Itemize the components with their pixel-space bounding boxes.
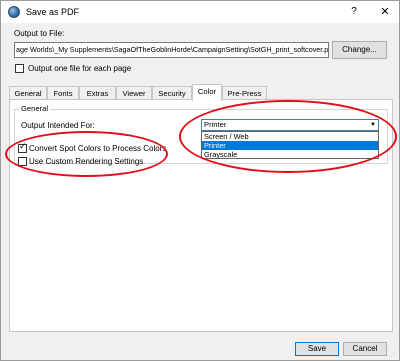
app-globe-icon [8, 6, 20, 18]
tab-fonts[interactable]: Fonts [47, 86, 79, 100]
title-bar: Save as PDF ? ✕ [1, 1, 399, 23]
option-printer[interactable]: Printer [202, 141, 378, 150]
resize-grip-icon[interactable]: ⋰ [390, 351, 398, 359]
output-path-field[interactable]: age Worlds\_My Supplements\SagaOfTheGobl… [14, 42, 329, 58]
help-button[interactable]: ? [347, 5, 361, 19]
custom-rendering-checkbox[interactable] [18, 157, 27, 166]
tab-security[interactable]: Security [152, 86, 192, 100]
one-file-per-page-label: Output one file for each page [28, 64, 132, 73]
close-button[interactable]: ✕ [377, 4, 393, 20]
output-to-file-label: Output to File: [14, 29, 65, 38]
tab-viewer[interactable]: Viewer [116, 86, 152, 100]
tab-color[interactable]: Color [192, 84, 222, 101]
tab-general[interactable]: General [9, 86, 47, 100]
save-as-pdf-dialog: Save as PDF ? ✕ Output to File: age Worl… [0, 0, 400, 361]
option-grayscale[interactable]: Grayscale [202, 150, 378, 159]
select-value: Printer [204, 120, 227, 129]
chevron-down-icon[interactable]: ▼ [370, 120, 376, 130]
output-intended-for-label: Output Intended For: [21, 121, 95, 130]
one-file-per-page-checkbox[interactable] [15, 64, 24, 73]
custom-rendering-label: Use Custom Rendering Settings [29, 157, 144, 166]
window-title: Save as PDF [26, 7, 80, 17]
convert-spot-colors-checkbox[interactable] [18, 142, 27, 153]
output-intended-dropdown-list: Screen / Web Printer Grayscale [201, 131, 379, 159]
change-button[interactable]: Change... [332, 41, 387, 59]
convert-spot-colors-label: Convert Spot Colors to Process Colors [29, 144, 167, 153]
output-intended-select[interactable]: Printer ▼ [201, 119, 379, 131]
save-button[interactable]: Save [295, 342, 339, 356]
option-screen-web[interactable]: Screen / Web [202, 132, 378, 141]
cancel-button[interactable]: Cancel [343, 342, 387, 356]
bottom-button-bar [1, 334, 399, 360]
tab-extras[interactable]: Extras [79, 86, 116, 100]
tab-pre-press[interactable]: Pre-Press [222, 86, 267, 100]
general-group-title: General [19, 104, 51, 113]
